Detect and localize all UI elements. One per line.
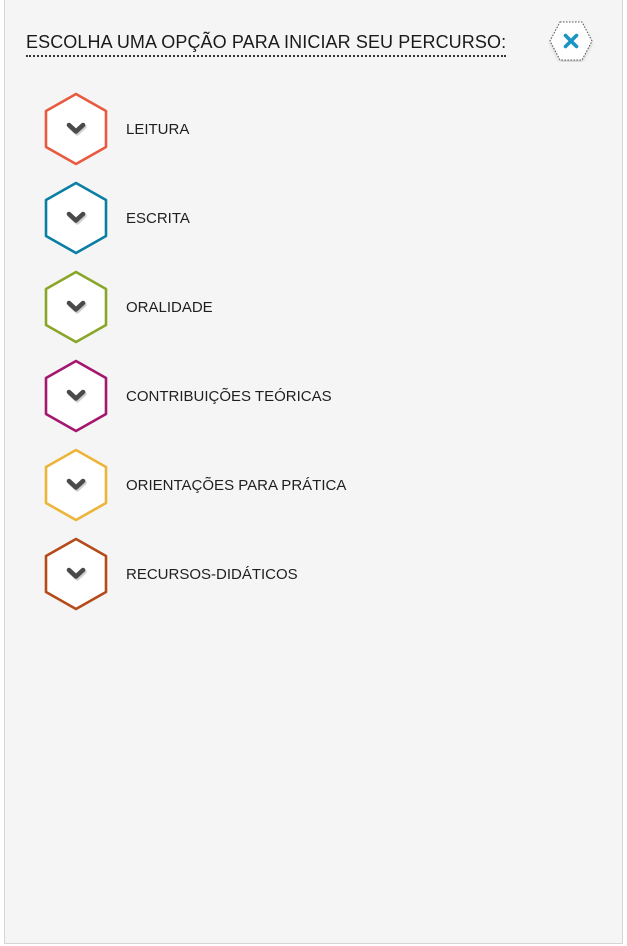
hexagon-badge bbox=[42, 180, 110, 256]
option-label: ORALIDADE bbox=[126, 299, 213, 316]
page-title: ESCOLHA UMA OPÇÃO PARA INICIAR SEU PERCU… bbox=[26, 32, 507, 57]
close-icon bbox=[549, 21, 593, 61]
close-button[interactable] bbox=[548, 20, 594, 62]
option-label: LEITURA bbox=[126, 121, 190, 138]
hexagon-badge bbox=[42, 91, 110, 167]
option-label: CONTRIBUIÇÕES TEÓRICAS bbox=[126, 388, 332, 405]
option-label: ESCRITA bbox=[126, 210, 190, 227]
menu-panel: ESCOLHA UMA OPÇÃO PARA INICIAR SEU PERCU… bbox=[4, 0, 623, 944]
hexagon-badge bbox=[42, 269, 110, 345]
option-contribuicoes-teoricas[interactable]: CONTRIBUIÇÕES TEÓRICAS bbox=[42, 358, 442, 434]
option-recursos-didaticos[interactable]: RECURSOS-DIDÁTICOS bbox=[42, 536, 442, 612]
option-orientacoes-para-pratica[interactable]: ORIENTAÇÕES PARA PRÁTICA bbox=[42, 447, 442, 523]
hexagon-badge bbox=[42, 358, 110, 434]
option-oralidade[interactable]: ORALIDADE bbox=[42, 269, 442, 345]
option-label: ORIENTAÇÕES PARA PRÁTICA bbox=[126, 477, 347, 494]
option-escrita[interactable]: ESCRITA bbox=[42, 180, 442, 256]
hexagon-badge bbox=[42, 536, 110, 612]
option-leitura[interactable]: LEITURA bbox=[42, 91, 442, 167]
option-label: RECURSOS-DIDÁTICOS bbox=[126, 566, 298, 583]
hexagon-badge bbox=[42, 447, 110, 523]
